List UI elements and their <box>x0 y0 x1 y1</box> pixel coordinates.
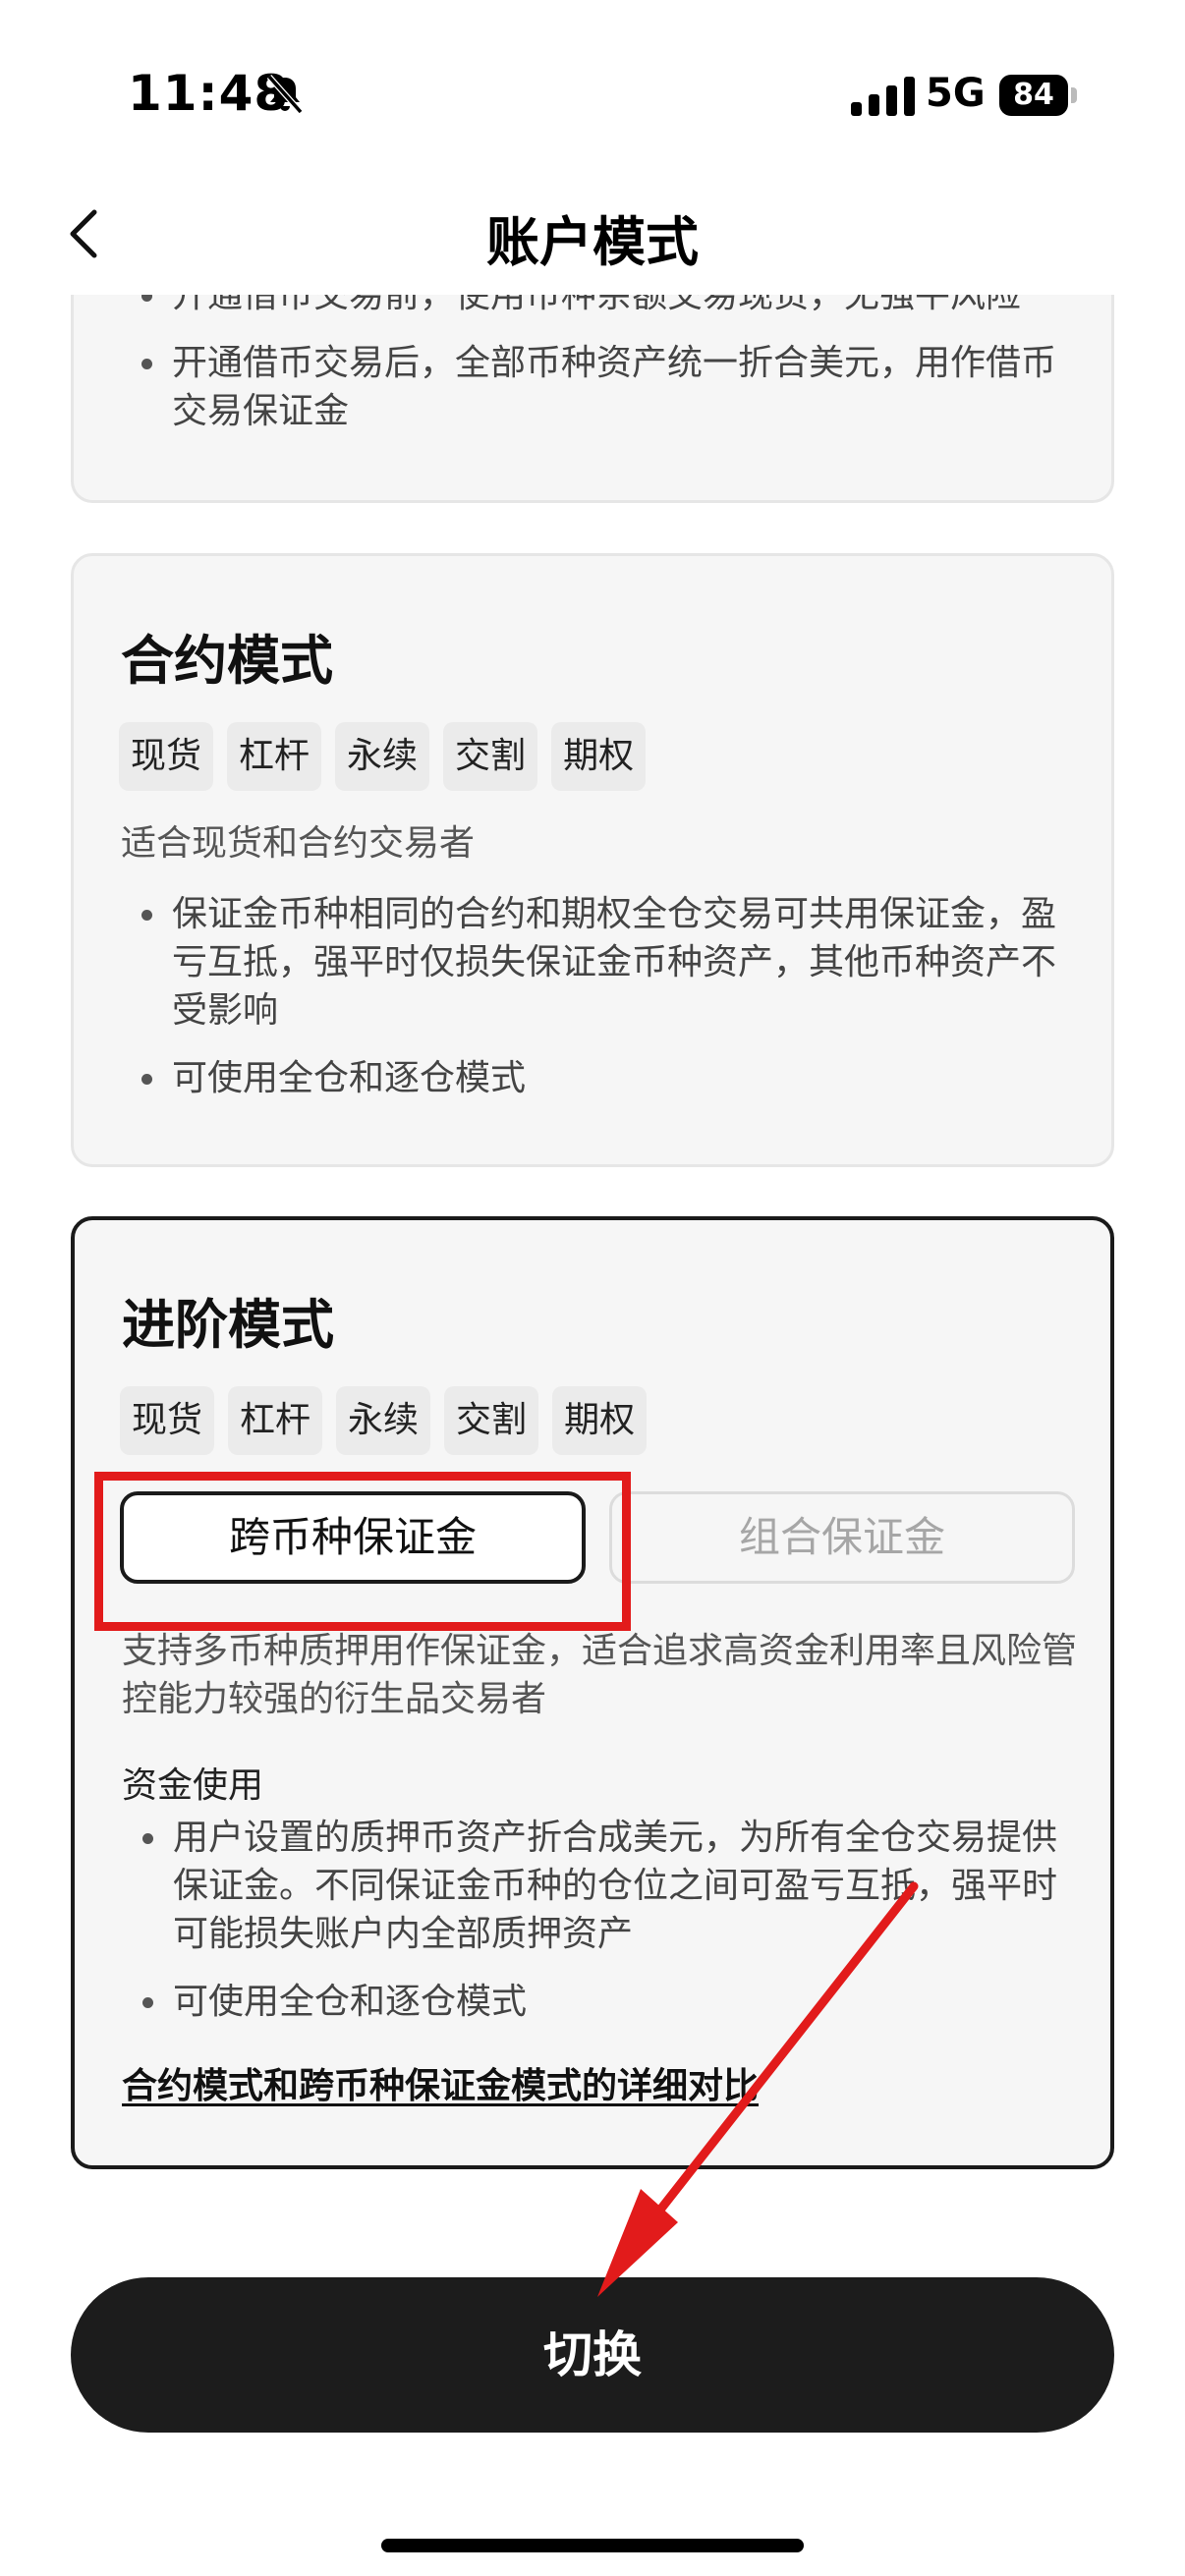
tag-margin: 杠杆 <box>227 722 322 791</box>
tag-perpetual: 永续 <box>336 1386 431 1455</box>
portfolio-margin-tab[interactable]: 组合保证金 <box>609 1491 1075 1584</box>
page-title: 账户模式 <box>486 211 699 273</box>
battery-cap <box>1071 87 1077 103</box>
advanced-mode-bullets: 用户设置的质押币资产折合成美元，为所有全仓交易提供保证金。不同保证金币种的仓位之… <box>122 1814 1085 2026</box>
contract-mode-title: 合约模式 <box>121 630 333 692</box>
battery-level: 84 <box>1013 78 1054 112</box>
tag-options: 期权 <box>551 722 647 791</box>
tag-options: 期权 <box>552 1386 648 1455</box>
switch-button[interactable]: 切换 <box>71 2277 1114 2433</box>
contract-mode-bullets: 保证金币种相同的合约和期权全仓交易可共用保证金，盈亏互抵，强平时仅损失保证金币种… <box>121 890 1084 1102</box>
tag-spot: 现货 <box>120 1386 215 1455</box>
advanced-mode-card[interactable]: 进阶模式 现货 杠杆 永续 交割 期权 跨币种保证金 组合保证金 支持多币种质押… <box>71 1216 1114 2169</box>
advanced-mode-title: 进阶模式 <box>122 1294 334 1356</box>
list-item: 开通借币交易后，全部币种资产统一折合美元，用作借币交易保证金 <box>121 339 1084 435</box>
home-indicator <box>381 2539 804 2552</box>
list-item: 可使用全仓和逐仓模式 <box>121 1054 1084 1102</box>
spot-mode-bullets: 开通借币交易前，使用币种余额交易现货，无强平风险 开通借币交易后，全部币种资产统… <box>121 271 1084 435</box>
tag-perpetual: 永续 <box>335 722 430 791</box>
annotation-highlight-box <box>94 1472 631 1631</box>
comparison-detail-link[interactable]: 合约模式和跨币种保证金模式的详细对比 <box>122 2057 759 2108</box>
contract-mode-card[interactable]: 合约模式 现货 杠杆 永续 交割 期权 适合现货和合约交易者 保证金币种相同的合… <box>71 553 1114 1167</box>
list-item: 保证金币种相同的合约和期权全仓交易可共用保证金，盈亏互抵，强平时仅损失保证金币种… <box>121 890 1084 1035</box>
cellular-signal-icon <box>851 77 915 116</box>
advanced-mode-tags: 现货 杠杆 永续 交割 期权 <box>120 1386 648 1455</box>
contract-mode-tags: 现货 杠杆 永续 交割 期权 <box>119 722 647 791</box>
tag-futures: 交割 <box>444 1386 539 1455</box>
contract-mode-description: 适合现货和合约交易者 <box>121 823 476 864</box>
status-bar: 11:48 5G 84 <box>0 0 1185 167</box>
list-item: 用户设置的质押币资产折合成美元，为所有全仓交易提供保证金。不同保证金币种的仓位之… <box>122 1814 1085 1958</box>
tag-spot: 现货 <box>119 722 214 791</box>
list-item: 可使用全仓和逐仓模式 <box>122 1978 1085 2026</box>
advanced-mode-description: 支持多币种质押用作保证金，适合追求高资金利用率且风险管控能力较强的衍生品交易者 <box>122 1631 1078 1719</box>
fund-usage-heading: 资金使用 <box>122 1765 264 1806</box>
network-type: 5G <box>926 71 986 116</box>
tag-futures: 交割 <box>443 722 538 791</box>
tag-margin: 杠杆 <box>228 1386 323 1455</box>
silent-bell-icon <box>266 75 304 114</box>
nav-bar: 账户模式 <box>0 167 1185 295</box>
battery-icon: 84 <box>999 75 1068 116</box>
